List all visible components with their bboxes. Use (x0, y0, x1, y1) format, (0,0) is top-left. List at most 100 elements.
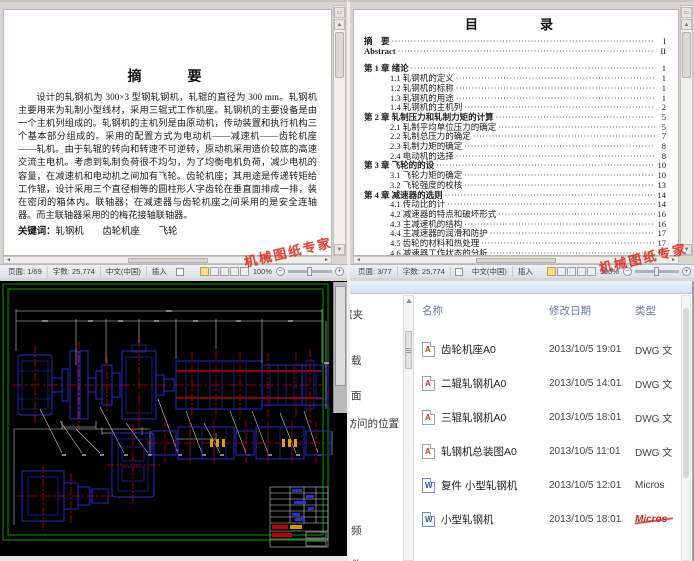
file-list-scrollbar[interactable] (681, 295, 691, 561)
sidebar-item[interactable]: 频 (351, 523, 362, 538)
zoom-slider[interactable] (288, 267, 332, 276)
scroll-down-icon[interactable]: ▼ (334, 244, 345, 255)
file-name[interactable]: 轧钢机总装图A0 (441, 444, 549, 459)
language-indicator[interactable]: 中文(中国) (101, 266, 147, 277)
web-layout-view-button[interactable] (219, 267, 229, 276)
cad-vertical-scrollbar[interactable] (333, 282, 347, 413)
toc-dot-leader (436, 161, 655, 171)
file-list-scroll-thumb[interactable] (683, 308, 689, 478)
column-header-name[interactable]: 名称 (416, 303, 549, 318)
toc-title: 目 录 (464, 17, 565, 32)
file-row[interactable]: 复件 小型轧钢机 2013/10/5 12:01 Micros (416, 468, 677, 502)
file-row[interactable]: 三辊轧钢机A0 2013/10/5 18:01 DWG 文 (416, 400, 677, 434)
toc-dot-leader (490, 229, 655, 239)
vertical-scrollbar[interactable]: ▭ ▲ ▼ (333, 5, 346, 256)
page-indicator[interactable]: 页面: 3/77 (353, 266, 398, 277)
abstract-title: 摘 要 (127, 70, 208, 85)
zoom-in-button[interactable]: + (682, 267, 691, 276)
scroll-up-icon[interactable]: ▲ (681, 19, 692, 30)
insert-mode[interactable]: 插入 (147, 266, 172, 277)
file-type-icon (422, 443, 435, 459)
scroll-up-icon[interactable]: ▲ (334, 19, 345, 30)
print-layout-view-button[interactable] (546, 267, 556, 276)
toc-dot-leader (481, 239, 655, 249)
file-explorer-window: 藏夹 载 面 近访问的位置 频 件 名称 修改日期 类型 齿轮机座A0 (347, 281, 694, 561)
abstract-page: 摘 要 设计的轧钢机为 300×3 型钢轧钢机，轧辊的直径为 300 mm。轧钢… (3, 9, 332, 256)
keywords-label: 关键词： (18, 226, 56, 237)
outline-view-button[interactable] (576, 267, 586, 276)
zoom-in-button[interactable]: + (335, 267, 344, 276)
scroll-thumb[interactable] (335, 32, 344, 78)
file-type-icon (422, 511, 435, 527)
zoom-slider-thumb[interactable] (654, 267, 659, 276)
scroll-right-icon[interactable]: ► (322, 257, 331, 263)
word-count[interactable]: 字数: 25,774 (398, 266, 451, 277)
toc-dot-leader (392, 37, 655, 47)
toc-dot-leader (456, 74, 655, 84)
column-headers: 名称 修改日期 类型 (416, 295, 677, 318)
sidebar-scroll-thumb[interactable] (405, 331, 412, 369)
column-header-date[interactable]: 修改日期 (549, 303, 635, 318)
toc-entry: Abstract II (364, 45, 666, 57)
toc-dot-leader (398, 47, 655, 57)
keywords-value: 轧钢机 齿轮机座 飞轮 (55, 226, 178, 237)
scroll-left-icon[interactable]: ◄ (4, 257, 13, 263)
file-type: Micros (635, 514, 677, 525)
sidebar-item[interactable]: 件 (351, 557, 362, 561)
file-date: 2013/10/5 18:01 (549, 513, 622, 525)
fullscreen-view-button[interactable] (556, 267, 566, 276)
proofing-icon[interactable] (175, 267, 184, 276)
toc-dot-leader (464, 220, 655, 230)
cad-drawing-window (0, 281, 347, 556)
sidebar-item[interactable]: 面 (351, 388, 362, 403)
web-layout-view-button[interactable] (566, 267, 576, 276)
file-date: 2013/10/5 11:01 (549, 445, 621, 457)
ruler-toggle-icon[interactable]: ▭ (681, 7, 692, 18)
file-row[interactable]: 齿轮机座A0 2013/10/5 19:01 DWG 文 (416, 332, 677, 366)
language-indicator[interactable]: 中文(中国) (467, 266, 513, 277)
zoom-slider[interactable] (635, 267, 679, 276)
zoom-out-button[interactable]: − (276, 267, 285, 276)
sidebar-scrollbar[interactable] (403, 295, 414, 561)
file-row[interactable]: 轧钢机总装图A0 2013/10/5 11:01 DWG 文 (416, 434, 677, 468)
insert-mode[interactable]: 插入 (513, 266, 538, 277)
word-count[interactable]: 字数: 25,774 (48, 266, 101, 277)
print-layout-view-button[interactable] (199, 267, 209, 276)
word-toc-window: 目 录 摘 要 I Abstract II (347, 0, 694, 281)
file-name[interactable]: 复件 小型轧钢机 (441, 478, 549, 493)
file-name[interactable]: 二辊轧钢机A0 (441, 376, 549, 391)
ruler-toggle-icon[interactable]: ▭ (334, 7, 345, 18)
sidebar-item[interactable]: 载 (351, 353, 362, 368)
toc-entry-label: Abstract (364, 45, 396, 56)
sidebar-item[interactable]: 藏夹 (350, 307, 363, 322)
abstract-paragraph: 设计的轧钢机为 300×3 型钢轧钢机，轧辊的直径为 300 mm。轧钢机主要用… (18, 92, 317, 220)
scroll-thumb[interactable] (682, 32, 691, 78)
vertical-scrollbar[interactable]: ▭ ▲ ▼ (680, 5, 693, 256)
toc-dot-leader (456, 94, 655, 104)
toc-dot-leader (464, 171, 655, 181)
outline-view-button[interactable] (229, 267, 239, 276)
hscroll-thumb[interactable] (476, 257, 556, 263)
fullscreen-view-button[interactable] (209, 267, 219, 276)
file-row[interactable]: 小型轧钢机 2013/10/5 18:01 Micros (416, 502, 677, 536)
page-indicator[interactable]: 页面: 1/69 (3, 266, 48, 277)
file-type-icon (422, 341, 435, 357)
file-name[interactable]: 齿轮机座A0 (441, 342, 549, 357)
file-name[interactable]: 小型轧钢机 (441, 512, 549, 527)
file-row[interactable]: 二辊轧钢机A0 2013/10/5 14:01 DWG 文 (416, 366, 677, 400)
column-header-type[interactable]: 类型 (635, 303, 677, 318)
file-type-icon (422, 375, 435, 391)
hscroll-thumb[interactable] (127, 257, 208, 263)
scroll-up-icon[interactable] (405, 299, 412, 303)
scroll-left-icon[interactable]: ◄ (354, 257, 363, 263)
draft-view-button[interactable] (586, 267, 596, 276)
cad-scroll-thumb[interactable] (335, 286, 346, 386)
file-list-panel: 名称 修改日期 类型 齿轮机座A0 2013/10/5 19:01 DWG 文 … (416, 295, 677, 561)
file-name[interactable]: 三辊轧钢机A0 (441, 410, 549, 425)
proofing-icon[interactable] (454, 267, 463, 276)
sidebar-item[interactable]: 近访问的位置 (350, 416, 399, 431)
zoom-slider-thumb[interactable] (307, 267, 312, 276)
view-switcher (199, 267, 249, 276)
status-bar: 页面: 1/69 字数: 25,774 中文(中国) 插入 100% − + (0, 264, 347, 278)
toc-dot-leader (464, 181, 655, 191)
